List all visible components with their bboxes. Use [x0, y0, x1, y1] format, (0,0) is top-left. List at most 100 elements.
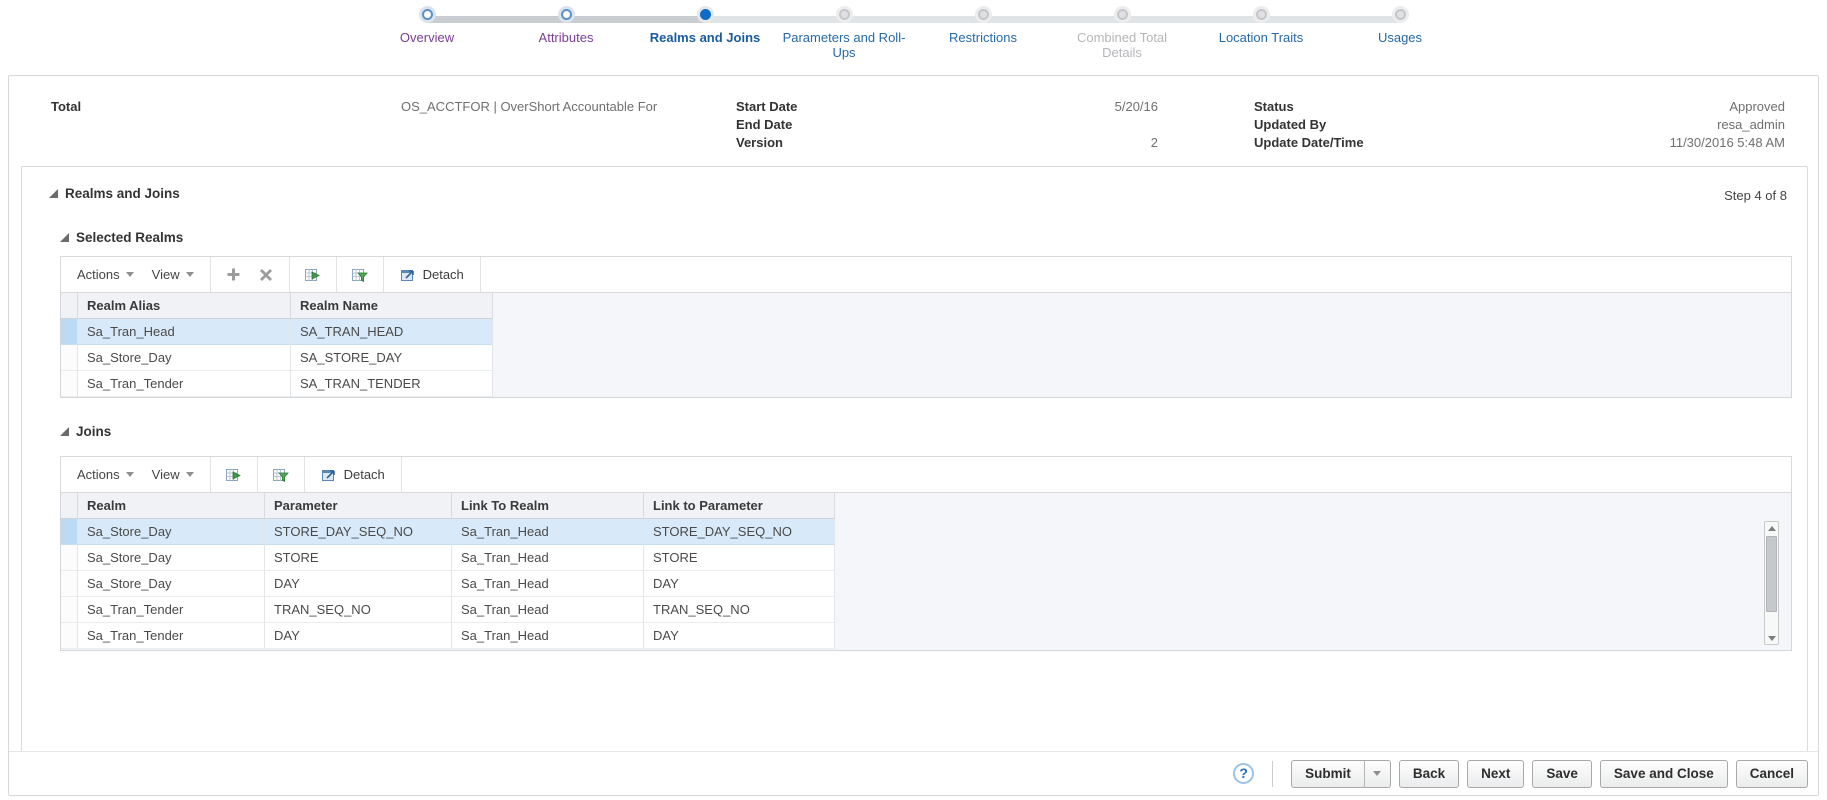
status-value: Approved: [1729, 99, 1785, 114]
cell-link-to-realm: Sa_Tran_Head: [452, 519, 644, 545]
submit-dropdown-button[interactable]: [1363, 759, 1391, 788]
content-panel: Total OS_ACCTFOR | OverShort Accountable…: [8, 75, 1819, 796]
toolbar-menus: Actions View: [61, 257, 211, 292]
add-button[interactable]: [218, 257, 250, 292]
toolbar-menus: Actions View: [61, 457, 211, 492]
train-step-realms-and-joins[interactable]: Realms and Joins: [636, 6, 775, 60]
cell-realm-name: SA_STORE_DAY: [291, 345, 493, 371]
submit-split-button: Submit: [1291, 759, 1391, 788]
scroll-down-arrow-icon[interactable]: [1765, 632, 1778, 644]
next-button[interactable]: Next: [1467, 759, 1525, 788]
cell-realm: Sa_Store_Day: [78, 545, 265, 571]
train-step-usages[interactable]: Usages: [1331, 6, 1470, 60]
view-menu-button[interactable]: View: [143, 257, 203, 292]
start-date-label: Start Date: [736, 99, 798, 114]
column-header-realm-alias[interactable]: Realm Alias: [78, 293, 291, 319]
cell-link-to-realm: Sa_Tran_Head: [452, 571, 644, 597]
table-header-row: Realm Alias Realm Name: [61, 293, 493, 319]
save-and-close-button[interactable]: Save and Close: [1599, 759, 1728, 788]
footer-divider: [1272, 760, 1274, 787]
joins-toolbar: Actions View Detach: [60, 456, 1792, 493]
export-to-excel-icon: [305, 268, 320, 281]
train-stop-icon: [1116, 9, 1128, 20]
view-menu-label: View: [151, 467, 180, 482]
query-by-example-button[interactable]: [265, 457, 297, 492]
cell-parameter: DAY: [265, 571, 452, 597]
section-header-joins[interactable]: Joins: [60, 424, 111, 439]
selected-realms-table: Realm Alias Realm Name Sa_Tran_Head SA_T…: [60, 293, 1792, 398]
table-row[interactable]: Sa_Store_Day SA_STORE_DAY: [61, 345, 493, 371]
cell-link-to-parameter: STORE: [644, 545, 835, 571]
plus-icon: [227, 268, 240, 281]
actions-menu-button[interactable]: Actions: [68, 457, 143, 492]
train-steps: Overview Attributes Realms and Joins Par…: [358, 6, 1470, 60]
back-button[interactable]: Back: [1398, 759, 1460, 788]
column-header-realm[interactable]: Realm: [78, 493, 265, 519]
disclosure-triangle-icon[interactable]: [60, 427, 69, 436]
section-header-selected-realms[interactable]: Selected Realms: [60, 230, 183, 245]
row-header-gutter: [61, 493, 78, 519]
save-button[interactable]: Save: [1532, 759, 1592, 788]
detach-icon: [321, 470, 335, 481]
row-header-gutter: [61, 571, 78, 597]
train-step-restrictions[interactable]: Restrictions: [914, 6, 1053, 60]
disclosure-triangle-icon[interactable]: [60, 233, 69, 242]
view-menu-label: View: [151, 267, 180, 282]
cell-link-to-parameter: STORE_DAY_SEQ_NO: [644, 519, 835, 545]
vertical-scrollbar[interactable]: [1764, 521, 1779, 645]
train-stop-icon: [1255, 9, 1267, 20]
table-row[interactable]: Sa_Tran_Tender DAY Sa_Tran_Head DAY: [61, 623, 835, 649]
column-header-link-to-realm[interactable]: Link To Realm: [452, 493, 644, 519]
cell-realm: Sa_Tran_Tender: [78, 623, 265, 649]
selected-realms-toolbar: Actions View Detach: [60, 256, 1792, 293]
cell-parameter: STORE_DAY_SEQ_NO: [265, 519, 452, 545]
toolbar-qbe-group: [337, 257, 384, 292]
table-header-row: Realm Parameter Link To Realm Link to Pa…: [61, 493, 835, 519]
cell-link-to-realm: Sa_Tran_Head: [452, 623, 644, 649]
updated-by-label: Updated By: [1254, 117, 1327, 132]
cell-realm: Sa_Store_Day: [78, 571, 265, 597]
cell-link-to-realm: Sa_Tran_Head: [452, 597, 644, 623]
table-row[interactable]: Sa_Store_Day DAY Sa_Tran_Head DAY: [61, 571, 835, 597]
cell-realm-alias: Sa_Tran_Head: [78, 319, 291, 345]
toolbar-qbe-group: [258, 457, 305, 492]
cell-link-to-realm: Sa_Tran_Head: [452, 545, 644, 571]
export-to-excel-button[interactable]: [297, 257, 329, 292]
row-header-gutter: [61, 597, 78, 623]
table-row[interactable]: Sa_Tran_Head SA_TRAN_HEAD: [61, 319, 493, 345]
delete-button[interactable]: [250, 257, 282, 292]
submit-button[interactable]: Submit: [1291, 759, 1365, 788]
section-header-realms-and-joins[interactable]: Realms and Joins: [49, 186, 180, 201]
column-header-link-to-parameter[interactable]: Link to Parameter: [644, 493, 835, 519]
train-step-parameters-and-roll-ups[interactable]: Parameters and Roll-Ups: [775, 6, 914, 60]
cancel-button[interactable]: Cancel: [1735, 759, 1808, 788]
help-button[interactable]: ?: [1233, 763, 1255, 784]
train-step-overview[interactable]: Overview: [358, 6, 497, 60]
train-step-location-traits[interactable]: Location Traits: [1192, 6, 1331, 60]
table-row[interactable]: Sa_Tran_Tender SA_TRAN_TENDER: [61, 371, 493, 397]
table-row[interactable]: Sa_Store_Day STORE Sa_Tran_Head STORE: [61, 545, 835, 571]
actions-menu-button[interactable]: Actions: [68, 257, 143, 292]
train-step-label: Usages: [1377, 30, 1423, 45]
chevron-down-icon: [185, 272, 194, 277]
column-header-parameter[interactable]: Parameter: [265, 493, 452, 519]
scroll-up-arrow-icon[interactable]: [1765, 522, 1778, 534]
view-menu-button[interactable]: View: [143, 457, 203, 492]
table-row[interactable]: Sa_Tran_Tender TRAN_SEQ_NO Sa_Tran_Head …: [61, 597, 835, 623]
column-header-realm-name[interactable]: Realm Name: [291, 293, 493, 319]
updated-by-value: resa_admin: [1717, 117, 1785, 132]
query-by-example-button[interactable]: [344, 257, 376, 292]
chevron-down-icon: [1373, 771, 1382, 776]
disclosure-triangle-icon[interactable]: [49, 189, 58, 198]
detach-button[interactable]: Detach: [312, 467, 394, 482]
cell-parameter: STORE: [265, 545, 452, 571]
export-to-excel-button[interactable]: [218, 457, 250, 492]
scrollbar-thumb[interactable]: [1766, 536, 1777, 612]
detach-button[interactable]: Detach: [391, 267, 473, 282]
table-row[interactable]: Sa_Store_Day STORE_DAY_SEQ_NO Sa_Tran_He…: [61, 519, 835, 545]
train-step-attributes[interactable]: Attributes: [497, 6, 636, 60]
train-step-label: Realms and Joins: [649, 30, 761, 45]
wizard-train: Overview Attributes Realms and Joins Par…: [358, 6, 1470, 72]
train-step-combined-total-details: Combined Total Details: [1053, 6, 1192, 60]
